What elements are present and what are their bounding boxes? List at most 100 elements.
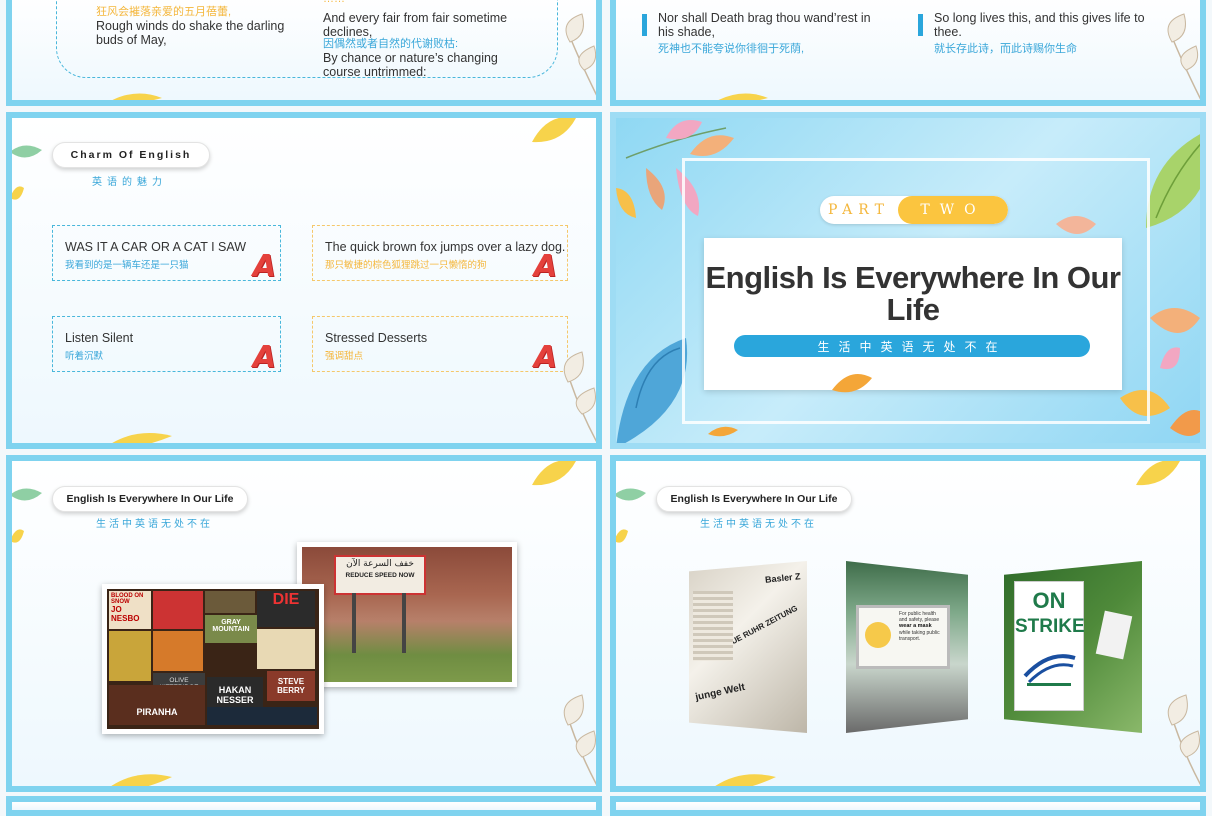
orange-leaf-icon xyxy=(708,426,738,437)
book-cover: DIE xyxy=(257,591,315,627)
section-subtitle: 生活中英语无处不在 xyxy=(96,519,213,530)
sign-post xyxy=(402,593,406,653)
slide-8[interactable] xyxy=(610,796,1206,816)
book-title: BLOOD ON SNOW xyxy=(111,593,144,605)
yellow-leaf-icon xyxy=(112,433,172,443)
union-logo-icon xyxy=(1023,654,1076,686)
green-leaf-icon xyxy=(12,145,42,200)
poem-cn-line: 死神也不能夸说你徘徊于死荫, xyxy=(658,43,805,55)
branch-leaf-icon xyxy=(565,13,596,96)
book-cover xyxy=(153,631,203,671)
mask-sign: For public health and safety, please wea… xyxy=(856,605,950,669)
section-pill: English Is Everywhere In Our Life xyxy=(52,486,248,512)
sign-english: REDUCE SPEED NOW xyxy=(345,572,415,579)
poem-cn-line: …… xyxy=(323,0,345,6)
section-pill: Charm Of English xyxy=(52,142,210,168)
yellow-leaf-icon xyxy=(1136,461,1180,486)
quote-box[interactable]: The quick brown fox jumps over a lazy do… xyxy=(312,225,568,284)
poem-cn-line: 因偶然或者自然的代谢败枯: xyxy=(323,38,459,50)
section-pill: English Is Everywhere In Our Life xyxy=(656,486,852,512)
quote-cn: 强调甜点 xyxy=(325,351,364,362)
letter-a-icon: A xyxy=(533,340,557,375)
letter-a-icon: A xyxy=(533,249,557,284)
section-title: English Is Everywhere In Our Life xyxy=(705,260,1121,327)
yellow-leaf-icon xyxy=(715,774,776,786)
book-cover: PIRANHA xyxy=(109,685,205,725)
book-author: JO NESBO xyxy=(111,605,140,623)
branch-leaf-icon xyxy=(563,351,596,443)
newspaper-stack xyxy=(693,591,733,661)
slide-5[interactable]: English Is Everywhere In Our Life 生活中英语无… xyxy=(6,455,602,792)
poem-en-line: By chance or nature’s changing course un… xyxy=(323,51,498,79)
book-cover: STEVE BERRY xyxy=(267,671,315,701)
slide-2[interactable]: Nor shall Death brag thou wand’rest in h… xyxy=(610,0,1206,106)
yellow-leaf-icon xyxy=(532,118,576,143)
yellow-leaf-icon xyxy=(112,93,162,100)
yellow-leaf-icon xyxy=(718,93,768,100)
book-cover: BLOOD ON SNOW JO NESBO xyxy=(109,591,151,629)
newspaper-title: junge Welt xyxy=(694,681,746,704)
quote-box[interactable]: Listen Silent 听着沉默 A xyxy=(52,316,281,375)
section-subtitle: 英语的魅力 xyxy=(92,177,167,188)
second-sign xyxy=(1095,610,1133,660)
letter-a-icon: A xyxy=(252,249,276,284)
quote-en: WAS IT A CAR OR A CAT I SAW xyxy=(65,240,247,254)
mask-sign-text: For public health and safety, please xyxy=(899,611,940,623)
book-cover xyxy=(207,707,317,725)
sign-post xyxy=(352,593,356,653)
slide-4[interactable]: PART TWO English Is Everywhere In Our Li… xyxy=(610,112,1206,449)
quote-en: Stressed Desserts xyxy=(325,331,428,345)
yellow-leaf-icon xyxy=(532,461,576,486)
sign-photo[interactable]: خفف السرعة الآن REDUCE SPEED NOW xyxy=(297,542,517,687)
title-card: English Is Everywhere In Our Life 生活中英语无… xyxy=(704,238,1122,390)
poem-cn-line: 狂风会摧落亲爱的五月蓓蕾, xyxy=(96,6,232,18)
mask-sign-photo[interactable]: For public health and safety, please wea… xyxy=(846,561,968,733)
accent-bar xyxy=(918,14,923,36)
strike-text: ON xyxy=(1032,588,1066,613)
green-leaf-icon xyxy=(616,488,646,543)
book-cover xyxy=(153,591,203,629)
section-subtitle: 生活中英语无处不在 xyxy=(700,519,817,530)
book-cover xyxy=(257,629,315,669)
poem-en-line: Nor shall Death brag thou wand’rest in h… xyxy=(658,11,871,39)
strike-text: STRIKE xyxy=(1015,616,1085,637)
newspaper-title: Basler Z xyxy=(764,571,801,585)
strike-photo[interactable]: ON STRIKE xyxy=(1004,561,1142,733)
slide-3[interactable]: Charm Of English 英语的魅力 WAS IT A CAR OR A… xyxy=(6,112,602,449)
yellow-leaf-icon xyxy=(111,774,172,786)
poem-cn-line: 就长存此诗，而此诗赐你生命 xyxy=(934,43,1077,55)
branch-leaf-icon xyxy=(563,694,596,786)
book-cover xyxy=(109,631,151,681)
books-photo[interactable]: BLOOD ON SNOW JO NESBO DIE GRAY MOUNTAIN… xyxy=(102,584,324,734)
letter-a-icon: A xyxy=(252,340,276,375)
part-badge: PART TWO xyxy=(820,196,1008,224)
sign-arabic: خفف السرعة الآن xyxy=(346,559,414,569)
quote-cn: 那只敏捷的棕色狐狸跳过一只懒惰的狗 xyxy=(325,260,487,271)
mask-sign-text: wear a mask xyxy=(899,623,932,629)
poem-en-line: And every fair from fair sometime declin… xyxy=(323,11,508,39)
poem-en-line: Rough winds do shake the darling buds of… xyxy=(96,19,285,47)
quote-box[interactable]: WAS IT A CAR OR A CAT I SAW 我看到的是一辆车还是一只… xyxy=(52,225,281,284)
section-subtitle: 生活中英语无处不在 xyxy=(734,335,1090,357)
quote-box[interactable]: Stressed Desserts 强调甜点 A xyxy=(312,316,568,375)
poem-en-line: So long lives this, and this gives life … xyxy=(934,11,1145,39)
quote-cn: 听着沉默 xyxy=(65,351,104,362)
branch-leaf-icon xyxy=(1167,13,1200,100)
part-label: PART xyxy=(828,202,890,218)
book-cover xyxy=(205,591,255,613)
mask-face-icon xyxy=(865,622,891,648)
strike-sign: ON STRIKE xyxy=(1014,581,1085,711)
accent-bar xyxy=(642,14,647,36)
part-number: TWO xyxy=(898,196,1008,224)
mask-sign-text: while taking public transport. xyxy=(899,630,940,642)
slide-6[interactable]: English Is Everywhere In Our Life 生活中英语无… xyxy=(610,455,1206,792)
book-cover: GRAY MOUNTAIN xyxy=(205,615,257,643)
green-leaf-icon xyxy=(12,488,42,543)
quote-cn: 我看到的是一辆车还是一只猫 xyxy=(65,260,189,271)
road-sign: خفف السرعة الآن REDUCE SPEED NOW xyxy=(334,555,426,595)
newspaper-photo[interactable]: Basler Z NEUE RUHR ZEITUNG junge Welt xyxy=(689,561,807,733)
branch-leaf-icon xyxy=(1167,694,1200,786)
slide-7[interactable] xyxy=(6,796,602,816)
slide-1[interactable]: 狂风会摧落亲爱的五月蓓蕾, Rough winds do shake the d… xyxy=(6,0,602,106)
orange-leaf-icon xyxy=(832,374,872,393)
